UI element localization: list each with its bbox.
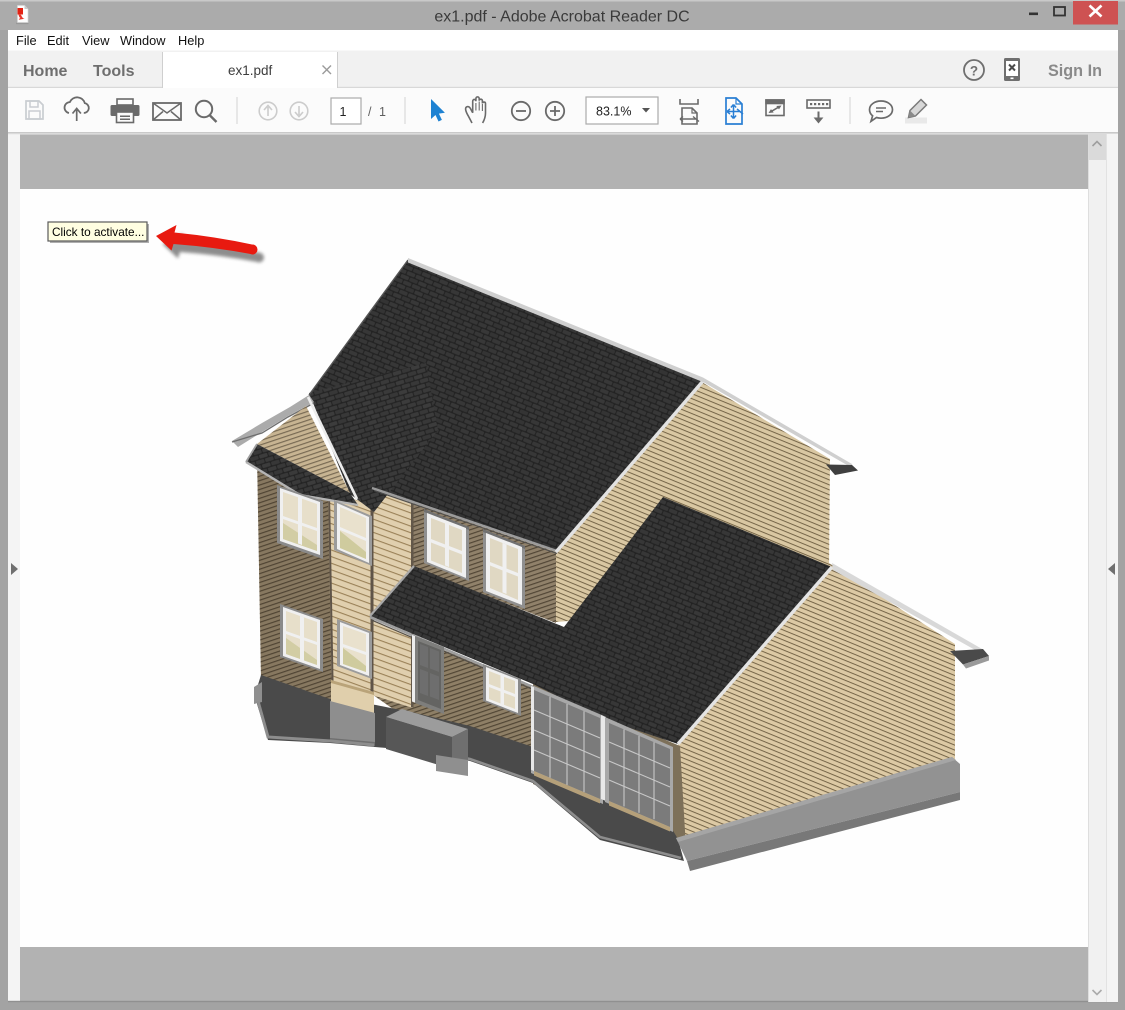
svg-text:Tools: Tools — [93, 63, 135, 80]
svg-text:View: View — [82, 33, 110, 48]
svg-text:83.1%: 83.1% — [596, 105, 631, 119]
svg-text:Sign In: Sign In — [1048, 62, 1102, 80]
svg-text:1: 1 — [379, 105, 386, 119]
svg-text:1: 1 — [340, 105, 347, 119]
svg-text:/: / — [368, 105, 372, 119]
svg-text:Edit: Edit — [47, 33, 69, 48]
svg-text:Help: Help — [178, 33, 204, 48]
svg-text:ex1.pdf: ex1.pdf — [228, 63, 273, 78]
svg-text:ex1.pdf - Adobe Acrobat Reader: ex1.pdf - Adobe Acrobat Reader DC — [434, 9, 689, 26]
svg-text:Click to activate...: Click to activate... — [52, 225, 144, 239]
svg-text:Window: Window — [120, 33, 166, 48]
svg-text:Home: Home — [23, 63, 68, 80]
svg-text:?: ? — [970, 64, 978, 79]
svg-text:File: File — [16, 33, 37, 48]
